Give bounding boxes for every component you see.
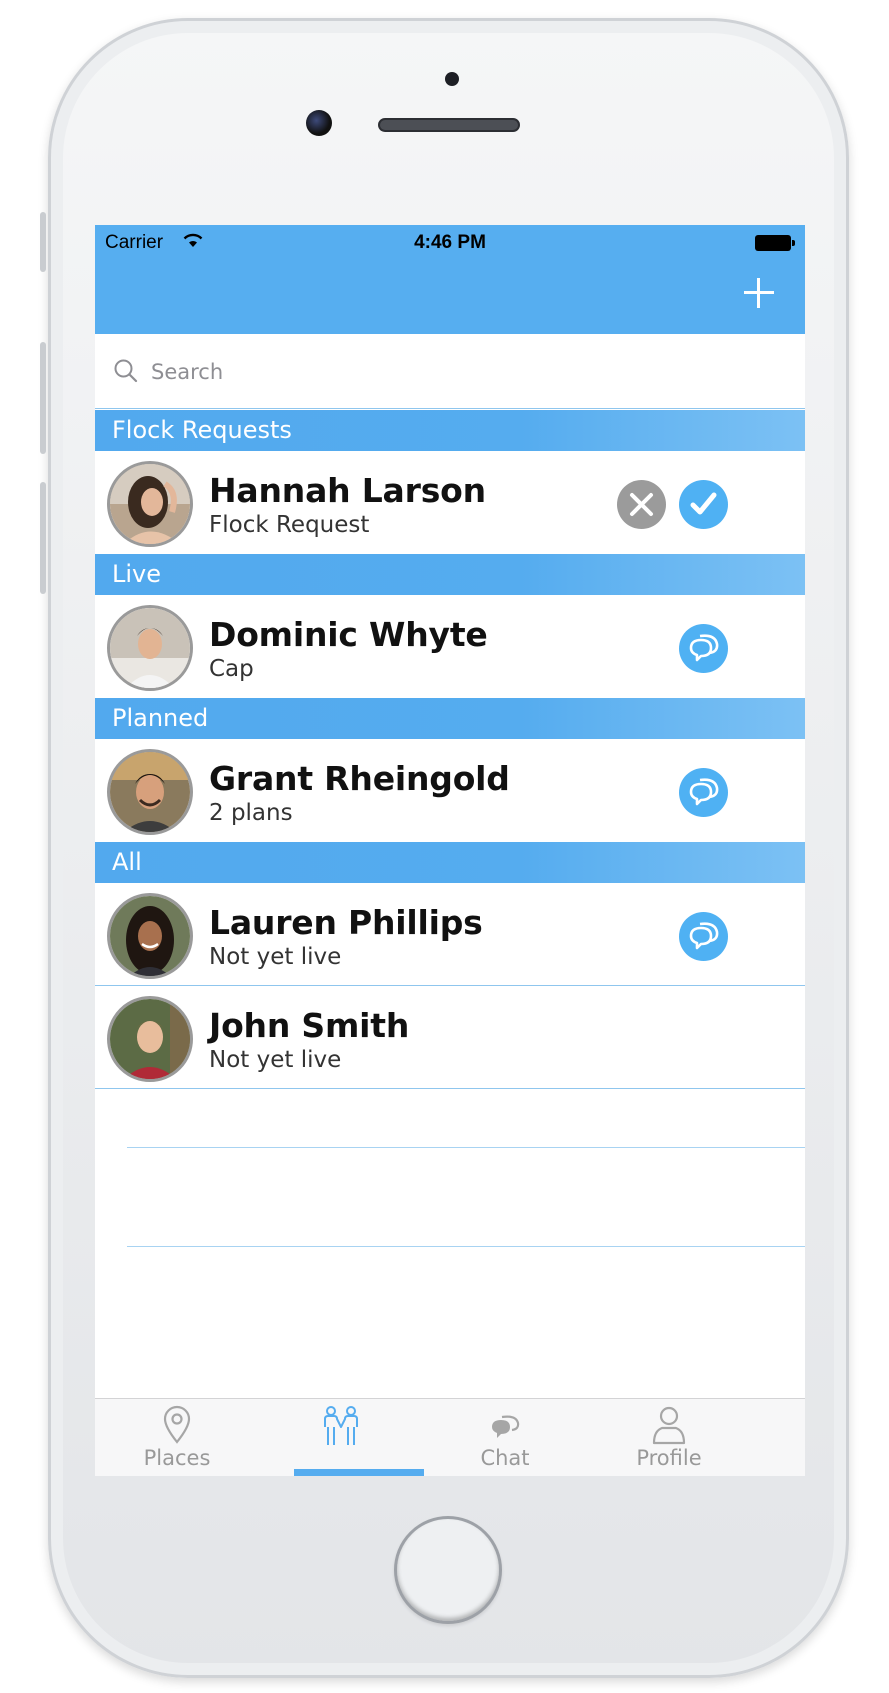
avatar <box>107 749 193 835</box>
tab-profile[interactable]: Profile <box>587 1399 751 1476</box>
contact-status: Not yet live <box>209 1047 342 1073</box>
status-bar: Carrier 4:46 PM <box>95 225 805 261</box>
section-header-all: All <box>95 842 805 883</box>
x-circle-icon <box>630 493 653 516</box>
contact-name: Hannah Larson <box>209 471 486 510</box>
app-screen: Carrier 4:46 PM Flock Requests <box>95 225 805 1476</box>
contact-name: John Smith <box>209 1006 410 1045</box>
check-circle-icon <box>690 492 717 515</box>
chat-button[interactable] <box>679 912 728 961</box>
avatar <box>107 605 193 691</box>
contact-status: Not yet live <box>209 944 342 970</box>
empty-row-separator <box>127 1147 805 1148</box>
avatar <box>107 893 193 979</box>
avatar <box>107 461 193 547</box>
contact-status: Flock Request <box>209 512 370 538</box>
chat-bubble-icon <box>689 922 719 950</box>
search-icon <box>114 359 138 383</box>
section-header-live: Live <box>95 554 805 595</box>
chat-bubble-icon <box>492 1415 520 1438</box>
search-bar <box>95 334 805 409</box>
list-item-dominic-whyte[interactable]: Dominic Whyte Cap <box>95 595 805 698</box>
chat-bubble-icon <box>689 634 719 662</box>
contact-status: Cap <box>209 656 254 682</box>
volume-down-button <box>40 482 46 594</box>
row-separator <box>95 1088 805 1089</box>
add-button[interactable] <box>741 275 777 311</box>
tab-chat[interactable]: Chat <box>423 1399 587 1476</box>
people-icon <box>324 1406 358 1445</box>
list-item-john-smith[interactable]: John Smith Not yet live <box>95 986 805 1089</box>
tab-flock[interactable] <box>259 1399 423 1476</box>
location-pin-icon <box>163 1405 191 1444</box>
contact-name: Grant Rheingold <box>209 759 510 798</box>
home-button[interactable] <box>394 1516 502 1624</box>
battery-icon <box>755 235 795 251</box>
mute-switch <box>40 212 46 272</box>
tab-places[interactable]: Places <box>95 1399 259 1476</box>
tab-profile-label: Profile <box>636 1446 702 1470</box>
empty-row-separator <box>127 1246 805 1247</box>
volume-up-button <box>40 342 46 454</box>
chat-button[interactable] <box>679 624 728 673</box>
accept-request-button[interactable] <box>679 480 728 529</box>
list-item-hannah-larson[interactable]: Hannah Larson Flock Request <box>95 451 805 554</box>
list-item-lauren-phillips[interactable]: Lauren Phillips Not yet live <box>95 883 805 986</box>
chat-bubble-icon <box>689 778 719 806</box>
decline-request-button[interactable] <box>617 480 666 529</box>
tab-chat-label: Chat <box>480 1446 530 1470</box>
list-item-grant-rheingold[interactable]: Grant Rheingold 2 plans <box>95 739 805 842</box>
tab-bar: Places Chat Profile <box>95 1398 805 1476</box>
navigation-bar: Carrier 4:46 PM <box>95 225 805 334</box>
contact-status: 2 plans <box>209 800 293 826</box>
clock-label: 4:46 PM <box>414 232 486 253</box>
active-tab-indicator <box>294 1469 424 1476</box>
search-input[interactable] <box>151 352 771 392</box>
chat-button[interactable] <box>679 768 728 817</box>
section-header-planned: Planned <box>95 698 805 739</box>
section-header-flock-requests: Flock Requests <box>95 410 805 451</box>
person-icon <box>652 1406 686 1445</box>
tab-places-label: Places <box>143 1446 211 1470</box>
avatar <box>107 996 193 1082</box>
earpiece-speaker <box>378 118 520 132</box>
front-camera-icon <box>306 110 332 136</box>
proximity-sensor <box>445 72 459 86</box>
contact-name: Dominic Whyte <box>209 615 488 654</box>
contact-name: Lauren Phillips <box>209 903 483 942</box>
